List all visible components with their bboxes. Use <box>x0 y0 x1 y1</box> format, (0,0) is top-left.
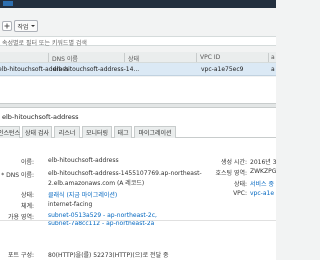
tab-health-check[interactable]: 상태 검사 <box>22 126 52 138</box>
plus-icon <box>4 23 10 29</box>
column-header-dns[interactable]: DNS 이름 <box>52 54 78 63</box>
column-header-az[interactable]: a <box>271 54 275 61</box>
launch-button-fragment[interactable] <box>3 1 13 6</box>
vpc-value[interactable]: vpc-a1e <box>250 190 274 197</box>
name-value: elb-hitouchsoft-address <box>48 157 119 164</box>
section-divider <box>0 220 276 221</box>
tab-monitoring[interactable]: 모니터링 <box>82 126 112 138</box>
scheme-value: internet-facing <box>48 201 93 208</box>
dns-value-line1: elb-hitouchsoft-address-1455107769.ap-no… <box>48 170 202 177</box>
vpc-label: VPC: <box>233 190 247 197</box>
hosted-zone-label: 호스팅 영역: <box>215 170 247 177</box>
actions-button[interactable]: 작업 <box>14 20 38 32</box>
dns-label: * DNS 이름: <box>1 172 34 179</box>
column-divider <box>268 53 269 62</box>
scheme-label: 체계: <box>20 203 34 210</box>
table-header: DNS 이름 상태 VPC ID a <box>0 52 276 63</box>
tab-tags[interactable]: 태그 <box>114 126 132 138</box>
table-row[interactable]: elb-hitouchsoft-address elb-hitouchsoft-… <box>0 63 276 76</box>
column-header-status[interactable]: 상태 <box>128 54 139 63</box>
search-bar[interactable]: 속성별로 필터 또는 키워드별 검색 <box>0 36 276 47</box>
actions-button-label: 작업 <box>17 23 29 31</box>
migrate-now-link[interactable]: 클래식 (지금 마이그레이션) <box>48 190 117 199</box>
name-label: 이름: <box>20 159 34 166</box>
column-divider <box>48 53 49 62</box>
details-tabs: 인스턴스 상태 검사 리스너 모니터링 태그 마이그레이션 <box>0 126 276 138</box>
tab-listeners[interactable]: 리스너 <box>54 126 80 138</box>
details-title: elb-hitouchsoft-address <box>2 113 79 121</box>
row-az: a <box>271 66 275 73</box>
tab-instances[interactable]: 인스턴스 <box>0 126 20 138</box>
table-empty-area <box>0 77 276 103</box>
search-input[interactable]: 속성별로 필터 또는 키워드별 검색 <box>2 38 87 47</box>
subnet-link-2[interactable]: subnet-7a8cc112 - ap-northeast-2a <box>48 220 154 227</box>
dns-value-line2: 2.elb.amazonaws.com (A 레코드) <box>48 180 145 187</box>
chevron-down-icon <box>30 25 35 27</box>
type-label: 상태: <box>20 192 34 199</box>
toolbar: 작업 <box>0 8 276 34</box>
tab-migration[interactable]: 마이그레이션 <box>134 126 176 138</box>
created-value: 2016년 3 <box>250 159 277 166</box>
row-vpc-id: vpc-a1e75ec9 <box>201 66 244 73</box>
subnet-link-1[interactable]: subnet-0513a529 - ap-northeast-2c, <box>48 212 157 219</box>
port-config-label: 포트 구성: <box>7 252 34 259</box>
column-divider <box>124 53 125 62</box>
hosted-zone-value: ZWKZPG <box>250 168 277 175</box>
create-load-balancer-button[interactable] <box>2 21 12 31</box>
status-label: 상태: <box>233 181 247 188</box>
port-config-text: 80(HTTP)을(를) 52273(HTTP)(으)로 전달 중 <box>48 252 169 259</box>
details-panel: elb-hitouchsoft-address 인스턴스 상태 검사 리스너 모… <box>0 108 277 260</box>
column-header-vpc-id[interactable]: VPC ID <box>200 54 220 61</box>
port-config-value: 80(HTTP)을(를) 52273(HTTP)(으)로 전달 중 <box>48 250 169 259</box>
top-nav-bar <box>0 0 276 8</box>
status-value[interactable]: 서비스 중 <box>250 179 274 188</box>
created-label: 생성 시간: <box>220 159 247 166</box>
row-dns: elb-hitouchsoft-address-14... <box>53 66 140 73</box>
column-divider <box>196 53 197 62</box>
